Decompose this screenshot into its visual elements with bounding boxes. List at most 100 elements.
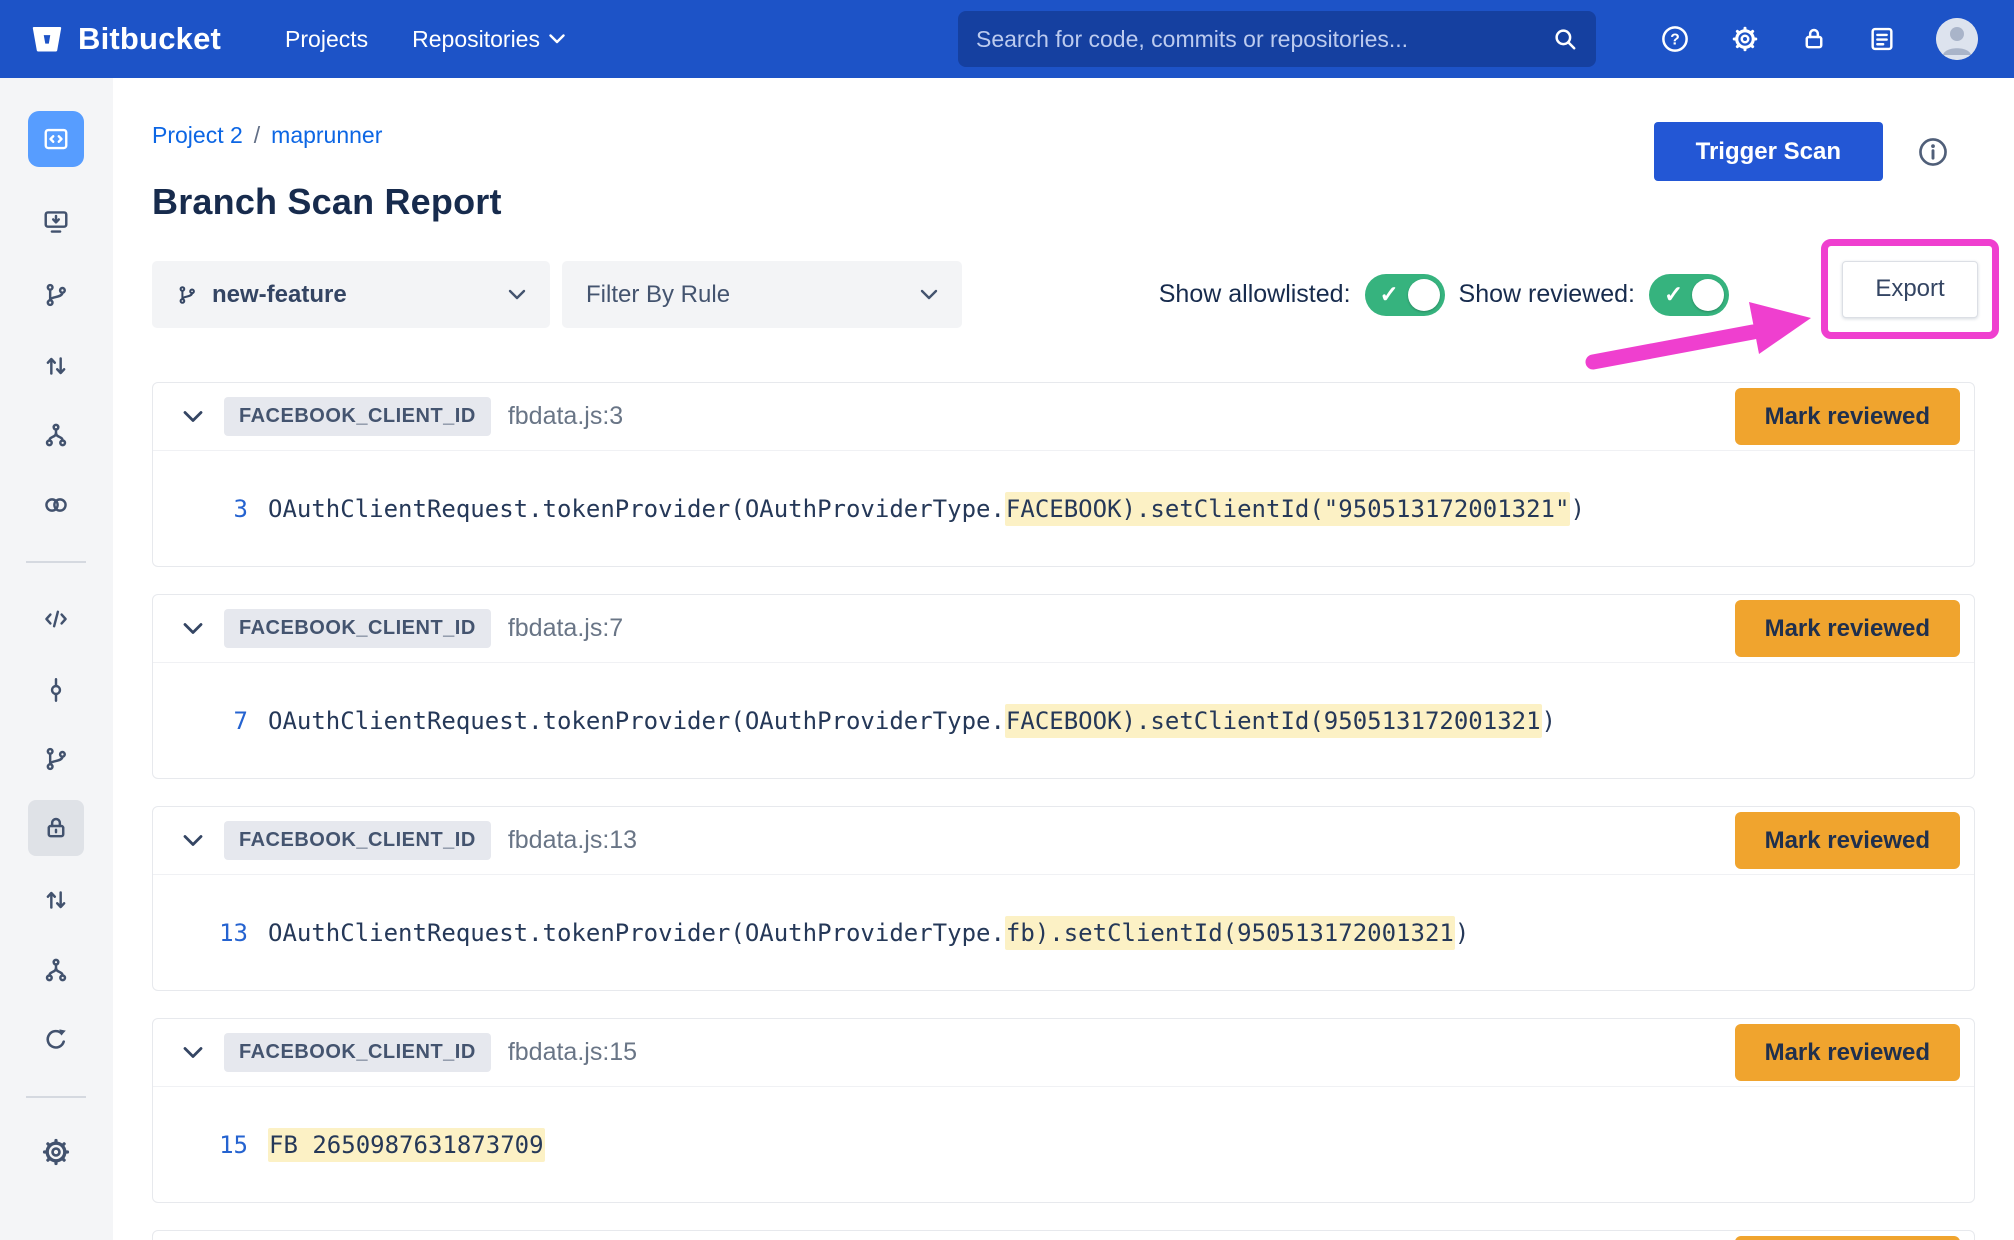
mark-reviewed-button[interactable]: Mark reviewed <box>1735 388 1960 445</box>
line-number: 3 <box>153 495 248 523</box>
nav-projects[interactable]: Projects <box>285 26 368 53</box>
code-line: FB 2650987631873709 <box>268 1131 545 1159</box>
code-highlight: FACEBOOK).setClientId("950513172001321" <box>1005 492 1571 526</box>
sidebar-item-repository[interactable] <box>28 111 84 167</box>
bitbucket-logo[interactable]: Bitbucket <box>30 21 221 57</box>
code-prefix: OAuthClientRequest.tokenProvider(OAuthPr… <box>268 919 1005 947</box>
show-reviewed-toggle[interactable]: ✓ <box>1649 274 1729 316</box>
finding-header: FACEBOOK_CLIENT_ID fbdata.js:7 Mark revi… <box>153 595 1974 662</box>
clone-icon <box>42 208 70 236</box>
sidebar-item-forks-2[interactable] <box>42 956 70 984</box>
sidebar-item-commits[interactable] <box>42 676 70 704</box>
settings-gear-icon[interactable] <box>1730 24 1760 54</box>
branch-icon <box>42 281 70 309</box>
mark-reviewed-button[interactable]: Mark reviewed <box>1735 1236 1960 1240</box>
trigger-scan-button[interactable]: Trigger Scan <box>1654 122 1883 181</box>
finding-card-partial: Mark reviewed <box>152 1230 1975 1240</box>
chevron-down-icon <box>920 289 938 300</box>
nav-repositories[interactable]: Repositories <box>412 26 565 53</box>
pull-request-icon <box>42 886 70 914</box>
mark-reviewed-button[interactable]: Mark reviewed <box>1735 1024 1960 1081</box>
sidebar-item-forks[interactable] <box>42 421 70 449</box>
sidebar-item-compare[interactable] <box>42 491 70 519</box>
code-suffix: ) <box>1455 919 1469 947</box>
mark-reviewed-button[interactable]: Mark reviewed <box>1735 812 1960 869</box>
sidebar-item-pull-requests[interactable] <box>42 352 70 380</box>
finding-header: FACEBOOK_CLIENT_ID fbdata.js:13 Mark rev… <box>153 807 1974 874</box>
page-header: Project 2 / maprunner Branch Scan Report… <box>152 122 1975 223</box>
settings-gear-icon <box>40 1136 72 1168</box>
breadcrumb-repo-link[interactable]: maprunner <box>271 122 382 149</box>
code-highlight: FACEBOOK).setClientId(950513172001321 <box>1005 704 1542 738</box>
pull-request-icon <box>42 352 70 380</box>
primary-nav: Projects Repositories <box>285 26 565 53</box>
code-line: OAuthClientRequest.tokenProvider(OAuthPr… <box>268 495 1585 523</box>
security-lock-icon <box>28 800 84 856</box>
finding-code-row: 3 OAuthClientRequest.tokenProvider(OAuth… <box>153 450 1974 566</box>
code-prefix: OAuthClientRequest.tokenProvider(OAuthPr… <box>268 495 1005 523</box>
code-line: OAuthClientRequest.tokenProvider(OAuthPr… <box>268 707 1556 735</box>
branch-icon <box>176 284 198 306</box>
findings-list: FACEBOOK_CLIENT_ID fbdata.js:3 Mark revi… <box>152 382 1975 1240</box>
rule-filter-dropdown[interactable]: Filter By Rule <box>562 261 962 328</box>
fork-icon <box>42 421 70 449</box>
code-suffix: ) <box>1570 495 1584 523</box>
search-icon[interactable] <box>1552 26 1578 52</box>
check-icon: ✓ <box>1664 283 1683 306</box>
branch-icon <box>42 745 70 773</box>
chevron-down-icon <box>508 289 526 300</box>
sidebar-item-branch-list[interactable] <box>42 745 70 773</box>
branch-selector-dropdown[interactable]: new-feature <box>152 261 550 328</box>
svg-text:?: ? <box>1670 31 1680 48</box>
finding-location: fbdata.js:15 <box>508 1038 637 1067</box>
changelog-icon[interactable] <box>1868 25 1896 53</box>
sidebar-item-clone[interactable] <box>42 208 70 236</box>
rule-badge: FACEBOOK_CLIENT_ID <box>224 1033 491 1072</box>
line-number: 13 <box>153 919 248 947</box>
breadcrumb-separator: / <box>254 122 260 149</box>
search-input[interactable] <box>976 26 1552 53</box>
collapse-chevron-icon[interactable] <box>180 834 206 848</box>
finding-header: Mark reviewed <box>153 1231 1974 1240</box>
finding-card: FACEBOOK_CLIENT_ID fbdata.js:3 Mark revi… <box>152 382 1975 567</box>
finding-card: FACEBOOK_CLIENT_ID fbdata.js:13 Mark rev… <box>152 806 1975 991</box>
sidebar-item-branches[interactable] <box>42 281 70 309</box>
line-number: 7 <box>153 707 248 735</box>
top-navigation-bar: Bitbucket Projects Repositories ? <box>0 0 2014 78</box>
mark-reviewed-button[interactable]: Mark reviewed <box>1735 600 1960 657</box>
collapse-chevron-icon[interactable] <box>180 622 206 636</box>
user-avatar[interactable] <box>1936 18 1978 60</box>
header-actions: Trigger Scan <box>1654 122 1949 181</box>
info-icon[interactable] <box>1917 136 1949 168</box>
export-button[interactable]: Export <box>1842 261 1977 318</box>
nav-projects-label: Projects <box>285 26 368 53</box>
commit-icon <box>42 676 70 704</box>
lock-icon[interactable] <box>1800 25 1828 53</box>
sidebar-item-settings[interactable] <box>40 1136 72 1168</box>
toggle-knob <box>1408 279 1440 311</box>
bitbucket-bucket-icon <box>30 22 64 56</box>
sidebar-item-security[interactable] <box>28 800 84 856</box>
finding-code-row: 15 FB 2650987631873709 <box>153 1086 1974 1202</box>
code-prefix: OAuthClientRequest.tokenProvider(OAuthPr… <box>268 707 1005 735</box>
sync-icon <box>42 1026 70 1054</box>
left-sidebar <box>0 78 113 1240</box>
rule-badge: FACEBOOK_CLIENT_ID <box>224 821 491 860</box>
source-code-icon <box>42 605 70 633</box>
finding-card: FACEBOOK_CLIENT_ID fbdata.js:7 Mark revi… <box>152 594 1975 779</box>
help-icon[interactable]: ? <box>1660 24 1690 54</box>
sidebar-item-source[interactable] <box>42 605 70 633</box>
show-allowlisted-toggle[interactable]: ✓ <box>1365 274 1445 316</box>
breadcrumb-project-link[interactable]: Project 2 <box>152 122 243 149</box>
topbar-icons: ? <box>1660 0 2014 78</box>
sidebar-item-sync[interactable] <box>42 1026 70 1054</box>
sidebar-item-pull-requests-2[interactable] <box>42 886 70 914</box>
code-line: OAuthClientRequest.tokenProvider(OAuthPr… <box>268 919 1469 947</box>
rule-badge: FACEBOOK_CLIENT_ID <box>224 609 491 648</box>
show-allowlisted-label: Show allowlisted: <box>1159 280 1351 309</box>
show-reviewed-label: Show reviewed: <box>1459 280 1635 309</box>
collapse-chevron-icon[interactable] <box>180 410 206 424</box>
fork-icon <box>42 956 70 984</box>
collapse-chevron-icon[interactable] <box>180 1046 206 1060</box>
global-search[interactable] <box>958 11 1596 67</box>
